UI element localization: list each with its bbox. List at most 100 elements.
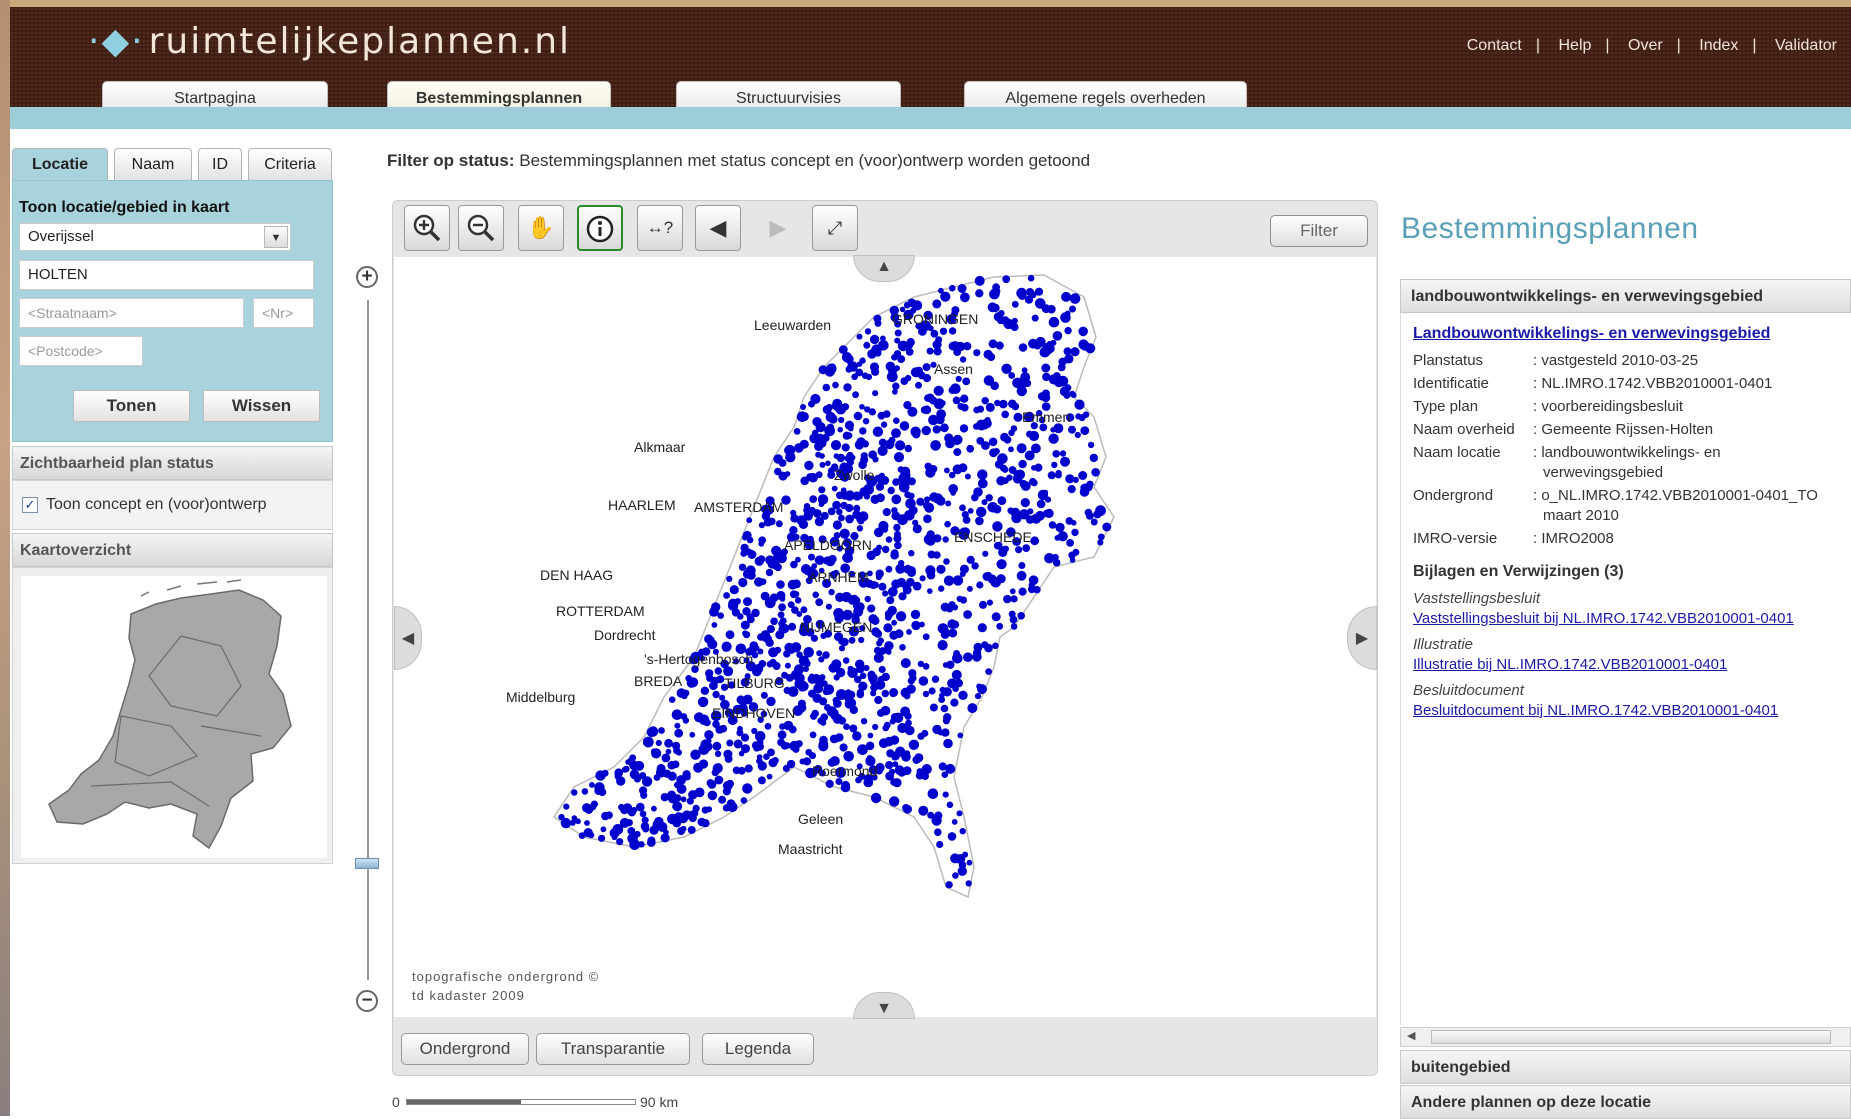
plan-dot[interactable] (908, 550, 915, 557)
plan-dot[interactable] (984, 416, 991, 423)
plan-dot[interactable] (940, 704, 949, 713)
plan-dot[interactable] (859, 357, 866, 364)
plan-dot[interactable] (822, 688, 830, 696)
plan-dot[interactable] (794, 673, 805, 684)
plan-dot[interactable] (654, 816, 664, 827)
plan-dot[interactable] (1074, 399, 1085, 410)
plan-dot[interactable] (891, 507, 898, 514)
plan-dot[interactable] (977, 478, 988, 489)
plan-dot[interactable] (973, 349, 981, 357)
plan-dot[interactable] (1055, 522, 1065, 533)
plan-dot[interactable] (825, 460, 831, 467)
plan-dot[interactable] (828, 554, 837, 564)
plan-dot[interactable] (1084, 508, 1093, 517)
plan-dot[interactable] (800, 476, 809, 486)
chevron-down-icon[interactable]: ▼ (264, 226, 288, 248)
plan-dot[interactable] (858, 636, 865, 644)
plan-dot[interactable] (997, 453, 1008, 464)
plan-dot[interactable] (837, 426, 843, 433)
plan-dot[interactable] (908, 669, 917, 678)
plan-dot[interactable] (853, 606, 864, 617)
plan-dot[interactable] (929, 492, 939, 502)
plan-dot[interactable] (996, 476, 1006, 486)
plan-dot[interactable] (902, 766, 912, 775)
plan-dot[interactable] (772, 662, 781, 670)
link-contact[interactable]: Contact (1453, 37, 1536, 54)
plan-dot[interactable] (945, 500, 952, 507)
plan-dot[interactable] (726, 575, 733, 582)
plan-dot[interactable] (1087, 441, 1095, 449)
plan-dot[interactable] (1068, 425, 1076, 434)
plan-dot[interactable] (823, 435, 830, 442)
plan-dot[interactable] (986, 599, 994, 606)
plan-dot[interactable] (898, 482, 910, 493)
plan-dot[interactable] (1003, 594, 1012, 604)
plan-dot[interactable] (868, 408, 876, 416)
plan-dot[interactable] (726, 779, 734, 788)
plan-dot[interactable] (812, 591, 819, 599)
plan-dot[interactable] (676, 784, 687, 794)
plan-dot[interactable] (828, 588, 835, 596)
plan-dot[interactable] (836, 508, 843, 516)
plan-dot[interactable] (680, 796, 687, 803)
plan-dot[interactable] (917, 732, 925, 740)
postcode-input[interactable]: <Postcode> (19, 336, 143, 366)
plan-dot[interactable] (803, 647, 814, 658)
plan-dot[interactable] (778, 603, 786, 612)
plan-dot[interactable] (982, 423, 989, 430)
plan-dot[interactable] (1026, 430, 1034, 438)
plan-dot[interactable] (841, 403, 850, 411)
plan-dot[interactable] (826, 706, 838, 717)
plan-dot[interactable] (866, 755, 874, 762)
plan-dot[interactable] (939, 686, 946, 693)
plan-dot[interactable] (857, 744, 868, 755)
plan-dot[interactable] (856, 333, 863, 340)
plan-dot[interactable] (714, 667, 722, 675)
plan-dot[interactable] (1019, 509, 1030, 520)
plan-dot[interactable] (910, 609, 921, 620)
plan-dot[interactable] (712, 690, 720, 699)
plan-dot[interactable] (779, 723, 786, 730)
attachment-link[interactable]: Vaststellingsbesluit bij NL.IMRO.1742.VB… (1413, 610, 1794, 627)
plan-dot[interactable] (900, 706, 910, 717)
plan-dot[interactable] (907, 406, 918, 417)
plan-dot[interactable] (803, 659, 811, 668)
plan-dot[interactable] (877, 445, 888, 456)
plan-dot[interactable] (687, 826, 696, 834)
plan-dot[interactable] (828, 663, 838, 673)
plan-dot[interactable] (946, 801, 954, 809)
plan-dot[interactable] (714, 750, 722, 757)
plan-dot[interactable] (903, 301, 911, 309)
plan-dot[interactable] (1048, 316, 1060, 328)
overview-header[interactable]: Kaartoverzicht (12, 533, 333, 567)
plan-dot[interactable] (744, 764, 753, 773)
plan-dot[interactable] (749, 641, 759, 650)
plan-dot[interactable] (1063, 347, 1072, 356)
plan-dot[interactable] (581, 788, 589, 795)
plan-dot[interactable] (1018, 562, 1026, 569)
plan-dot[interactable] (951, 604, 959, 611)
plan-dot[interactable] (822, 383, 831, 392)
plan-dot[interactable] (1009, 615, 1018, 624)
plan-dot[interactable] (776, 580, 785, 589)
plan-dot[interactable] (701, 719, 707, 725)
plan-dot[interactable] (701, 819, 710, 828)
plan-dot[interactable] (789, 740, 800, 752)
plan-dot[interactable] (992, 642, 999, 650)
plan-dot[interactable] (1070, 347, 1080, 357)
plan-dot[interactable] (1061, 291, 1072, 302)
plan-dot[interactable] (973, 487, 983, 497)
plan-dot[interactable] (886, 596, 895, 605)
plan-dot[interactable] (877, 411, 886, 420)
plan-dot[interactable] (743, 597, 752, 607)
plan-dot[interactable] (563, 803, 570, 810)
plan-dot[interactable] (766, 660, 774, 668)
plan-dot[interactable] (818, 501, 825, 508)
plan-dot[interactable] (845, 689, 852, 696)
measure-tool[interactable]: ↔? (637, 205, 683, 251)
plan-dot[interactable] (1022, 544, 1031, 552)
plan-dot[interactable] (927, 550, 936, 559)
plan-dot[interactable] (712, 741, 722, 751)
plan-dot[interactable] (814, 441, 824, 451)
tab-naam[interactable]: Naam (114, 148, 192, 180)
